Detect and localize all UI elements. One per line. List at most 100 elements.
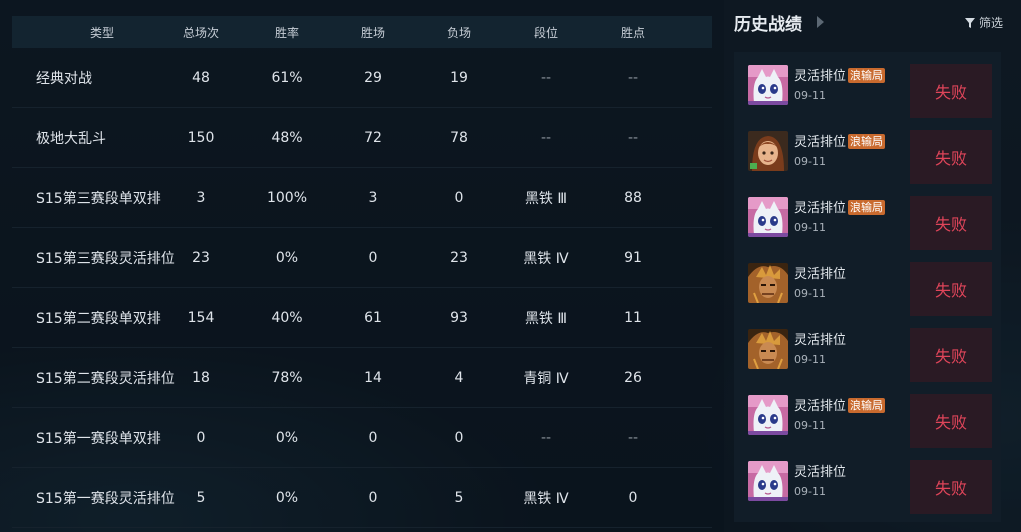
match-item[interactable]: 灵活排位 浪输局 09-11 失败: [734, 56, 1001, 122]
table-row: S15第二赛段灵活排位 18 78% 14 4 青铜 Ⅳ 26: [12, 348, 712, 408]
cat-champion-icon: [748, 197, 788, 237]
match-item[interactable]: 灵活排位 09-11 失败: [734, 254, 1001, 320]
match-item[interactable]: 灵活排位 浪输局 09-11 失败: [734, 188, 1001, 254]
match-item[interactable]: 灵活排位 浪输局 09-11 失败: [734, 122, 1001, 188]
cell-loss: 78: [450, 129, 468, 146]
cell-win: 0: [368, 489, 378, 506]
match-queue: 灵活排位: [794, 461, 846, 480]
match-date: 09-11: [794, 485, 826, 498]
cell-total: 154: [187, 309, 215, 326]
cell-rate: 100%: [266, 189, 308, 206]
cell-tier: --: [540, 429, 552, 446]
match-queue: 灵活排位 浪输局: [794, 395, 886, 414]
cell-win: 29: [364, 69, 382, 86]
queue-label: 灵活排位: [794, 201, 847, 216]
header-lp: 胜点: [620, 25, 645, 40]
lose-streak-badge: 浪输局: [848, 398, 886, 413]
cell-lp: --: [627, 69, 639, 86]
funnel-icon: [964, 17, 975, 28]
filter-button[interactable]: 筛选: [964, 14, 1003, 31]
cell-loss: 5: [454, 489, 464, 506]
cell-rate: 48%: [271, 129, 303, 146]
cell-total: 18: [192, 369, 210, 386]
cell-rate: 78%: [271, 369, 303, 386]
chevron-right-icon[interactable]: [817, 16, 824, 28]
lose-streak-badge: 浪输局: [848, 68, 886, 83]
match-queue: 灵活排位: [794, 329, 846, 348]
cell-win: 61: [364, 309, 382, 326]
stats-panel: 类型 总场次 胜率 胜场 负场 段位 胜点 经典对战 48 61% 29 19 -- -- 极…: [0, 0, 724, 532]
cell-win: 0: [368, 249, 378, 266]
cell-tier: 青铜 Ⅳ: [523, 370, 569, 387]
match-list: 灵活排位 浪输局 09-11 失败 灵活排位 浪输局 09-11 失败 灵活排位 浪输局 09-11…: [734, 52, 1001, 522]
match-queue: 灵活排位 浪输局: [794, 131, 886, 150]
cell-total: 5: [196, 489, 206, 506]
table-row: 经典对战 48 61% 29 19 -- --: [12, 48, 712, 108]
cell-lp: --: [627, 429, 639, 446]
cell-rate: 0%: [275, 249, 299, 266]
queue-label: 灵活排位: [794, 333, 847, 348]
match-result: 失败: [910, 328, 992, 382]
match-date: 09-11: [794, 155, 826, 168]
match-item[interactable]: 灵活排位 09-11 失败: [734, 452, 1001, 518]
warrior-champion-icon: [748, 263, 788, 303]
cell-tier: 黑铁 Ⅳ: [523, 250, 569, 267]
match-date: 09-11: [794, 419, 826, 432]
cell-loss: 19: [450, 69, 468, 86]
match-queue: 灵活排位 浪输局: [794, 65, 886, 84]
cell-tier: 黑铁 Ⅲ: [524, 190, 568, 207]
cat-champion-icon: [748, 395, 788, 435]
cat-champion-icon: [748, 65, 788, 105]
cell-loss: 93: [450, 309, 468, 326]
cell-loss: 0: [454, 189, 464, 206]
match-item[interactable]: 灵活排位 浪输局 09-11 失败: [734, 386, 1001, 452]
history-panel: 历史战绩 筛选 灵活排位 浪输局 09-11 失败 灵活排位 浪输局 09-11 失败 灵活排位…: [724, 0, 1021, 532]
filter-label: 筛选: [978, 16, 1003, 30]
cell-loss: 4: [454, 369, 464, 386]
header-tier: 段位: [533, 25, 558, 40]
match-item[interactable]: 灵活排位 09-11 失败: [734, 320, 1001, 386]
cell-tier: 黑铁 Ⅳ: [523, 490, 569, 507]
match-result: 失败: [910, 394, 992, 448]
cell-lp: --: [627, 129, 639, 146]
table-row: S15第一赛段单双排 0 0% 0 0 -- --: [12, 408, 712, 468]
cell-total: 48: [192, 69, 210, 86]
warrior-champion-icon: [748, 329, 788, 369]
history-title[interactable]: 历史战绩: [734, 10, 802, 35]
cell-tier: --: [540, 129, 552, 146]
table-row: S15第三赛段单双排 3 100% 3 0 黑铁 Ⅲ 88: [12, 168, 712, 228]
header-loss: 负场: [446, 25, 471, 40]
cell-win: 72: [364, 129, 382, 146]
queue-label: 灵活排位: [794, 465, 847, 480]
lose-streak-badge: 浪输局: [848, 134, 886, 149]
queue-label: 灵活排位: [794, 267, 847, 282]
header-win: 胜场: [360, 25, 385, 40]
cell-loss: 0: [454, 429, 464, 446]
queue-label: 灵活排位: [794, 399, 847, 414]
header-total: 总场次: [182, 25, 219, 40]
match-result: 失败: [910, 64, 992, 118]
table-row: 极地大乱斗 150 48% 72 78 -- --: [12, 108, 712, 168]
table-header: 类型 总场次 胜率 胜场 负场 段位 胜点: [12, 16, 712, 48]
cat-champion-icon: [748, 461, 788, 501]
cell-loss: 23: [450, 249, 468, 266]
cell-lp: 88: [624, 189, 642, 206]
table-row: S15第三赛段灵活排位 23 0% 0 23 黑铁 Ⅳ 91: [12, 228, 712, 288]
match-date: 09-11: [794, 221, 826, 234]
cell-lp: 91: [624, 249, 642, 266]
cell-rate: 61%: [271, 69, 303, 86]
girl-champion-icon: [748, 131, 788, 171]
cell-total: 3: [196, 189, 206, 206]
cell-win: 3: [368, 189, 378, 206]
lose-streak-badge: 浪输局: [848, 200, 886, 215]
cell-lp: 11: [624, 309, 642, 326]
cell-rate: 0%: [275, 429, 299, 446]
queue-label: 灵活排位: [794, 69, 847, 84]
cell-rate: 40%: [271, 309, 303, 326]
cell-rate: 0%: [275, 489, 299, 506]
table-row: S15第二赛段单双排 154 40% 61 93 黑铁 Ⅲ 11: [12, 288, 712, 348]
cell-win: 0: [368, 429, 378, 446]
match-queue: 灵活排位: [794, 263, 846, 282]
match-result: 失败: [910, 196, 992, 250]
cell-total: 23: [192, 249, 210, 266]
